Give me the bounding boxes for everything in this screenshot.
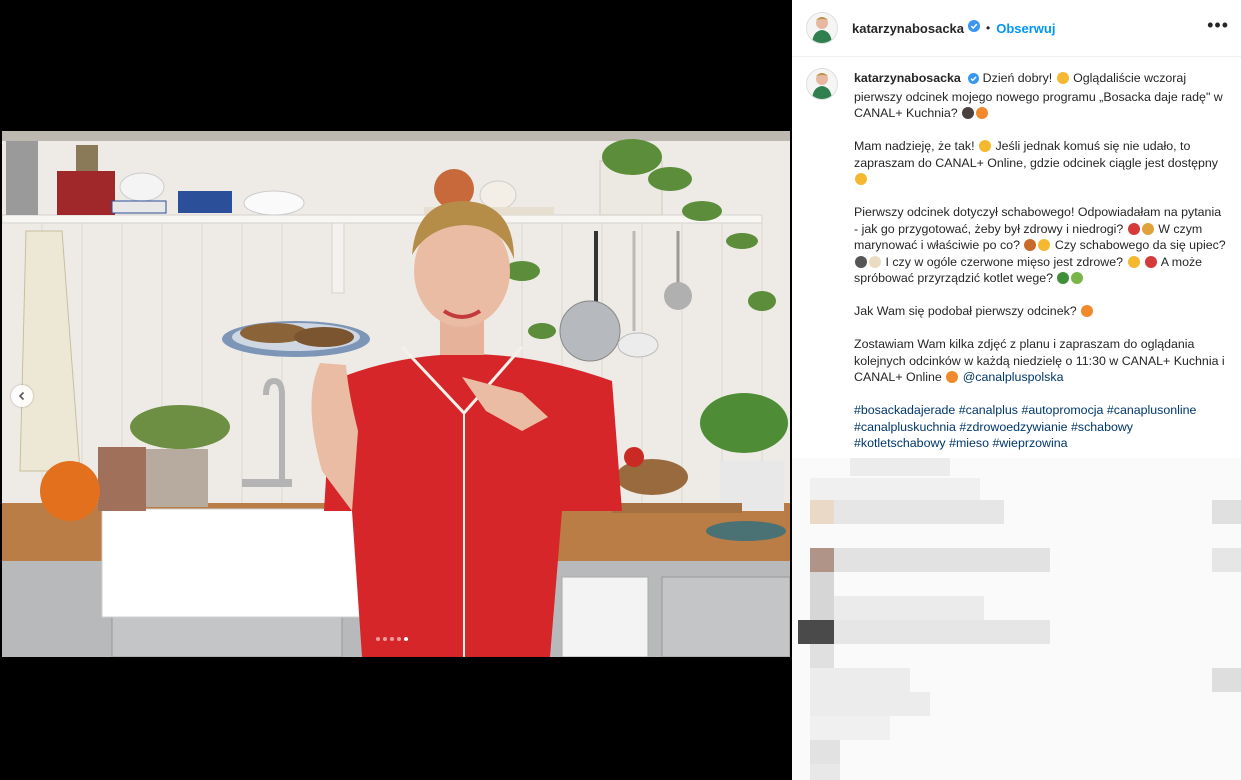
- carousel-dot: [397, 637, 401, 641]
- avatar[interactable]: [806, 12, 838, 44]
- pixelated-comments-area: [792, 458, 1241, 780]
- avatar-image: [807, 13, 837, 43]
- caption-paragraph-3: Pierwszy odcinek dotyczył schabowego! Od…: [854, 204, 1226, 287]
- hashtag-link[interactable]: #canaplusonline: [1107, 403, 1197, 417]
- chevron-left-icon: [18, 391, 25, 401]
- hashtag-link[interactable]: #canalplus: [959, 403, 1018, 417]
- verified-badge-icon: [968, 19, 981, 37]
- thinking-face-emoji-icon: [1038, 239, 1051, 251]
- caption-paragraph-2: Mam nadzieję, że tak! Jeśli jednak komuś…: [854, 138, 1226, 188]
- caption-hashtags: #bosackadajerade #canalplus #autopromocj…: [854, 402, 1226, 452]
- caption-text-3d: I czy w ogóle czerwone mięso jest zdrowe…: [885, 254, 1124, 269]
- caption-avatar[interactable]: [806, 68, 838, 100]
- carousel-dot: [390, 637, 394, 641]
- caption-section: katarzynabosacka Dzień dobry! Oglądaliśc…: [806, 68, 1226, 468]
- yum-face-emoji-icon: [855, 173, 867, 185]
- caption-text-1a: Dzień dobry!: [982, 71, 1053, 85]
- username[interactable]: katarzynabosacka: [852, 21, 964, 36]
- caption-username[interactable]: katarzynabosacka: [854, 71, 961, 85]
- post-header: katarzynabosacka • Obserwuj •••: [792, 0, 1241, 57]
- hashtag-link[interactable]: #mieso: [949, 436, 989, 450]
- post-side-panel: katarzynabosacka • Obserwuj ••• katarzyn…: [792, 0, 1241, 780]
- carousel-prev-button[interactable]: [11, 385, 33, 407]
- post-media: [0, 0, 792, 780]
- instagram-post-viewer: katarzynabosacka • Obserwuj ••• katarzyn…: [0, 0, 1241, 780]
- caption-text-4: Jak Wam się podobał pierwszy odcinek?: [854, 304, 1077, 318]
- chef-emoji-icon: [869, 255, 881, 268]
- more-options-icon[interactable]: •••: [1207, 16, 1229, 34]
- magnifier-emoji-icon: [855, 255, 867, 268]
- post-photo: [2, 131, 790, 657]
- caption-text-3c: Czy schabowego da się upiec?: [1054, 238, 1226, 252]
- heart-eyes-emoji-icon: [976, 107, 989, 119]
- hashtag-link[interactable]: #canalpluskuchnia: [854, 420, 956, 434]
- carousel-dot: [376, 637, 380, 641]
- tv-emoji-icon: [962, 107, 975, 119]
- broccoli-emoji-icon: [1057, 272, 1070, 284]
- hashtag-link[interactable]: #kotletschabowy: [854, 436, 946, 450]
- avatar-image: [807, 69, 837, 99]
- hashtag-link[interactable]: #autopromocja: [1021, 403, 1103, 417]
- follow-button[interactable]: Obserwuj: [996, 21, 1055, 36]
- confused-face-emoji-icon: [1127, 255, 1140, 268]
- heart-eyes-emoji-icon: [946, 371, 959, 383]
- money-bag-emoji-icon: [1141, 222, 1154, 235]
- verified-badge-icon: [968, 72, 980, 89]
- caption-text: katarzynabosacka Dzień dobry! Oglądaliśc…: [854, 70, 1226, 468]
- herb-emoji-icon: [1071, 272, 1084, 284]
- upside-down-face-emoji-icon: [1056, 72, 1069, 84]
- mention-link[interactable]: @canalpluspolska: [963, 370, 1064, 384]
- carousel-dot-active: [404, 637, 408, 641]
- caption-paragraph-5: Zostawiam Wam kilka zdjęć z planu i zapr…: [854, 336, 1226, 386]
- hashtag-link[interactable]: #wieprzowina: [992, 436, 1067, 450]
- heart-eyes-emoji-icon: [1081, 305, 1094, 317]
- smiling-face-emoji-icon: [978, 140, 991, 152]
- caption-paragraph-4: Jak Wam się podobał pierwszy odcinek?: [854, 303, 1226, 320]
- hashtag-link[interactable]: #schabowy: [1071, 420, 1133, 434]
- poultry-leg-emoji-icon: [1024, 239, 1037, 251]
- hashtag-link[interactable]: #bosackadajerade: [854, 403, 955, 417]
- meat-emoji-icon: [1127, 222, 1140, 235]
- caption-text-2a: Mam nadzieję, że tak!: [854, 139, 975, 153]
- separator-dot: •: [986, 21, 991, 35]
- carousel-dot: [383, 637, 387, 641]
- meat-emoji-icon: [1144, 255, 1157, 268]
- hashtag-link[interactable]: #zdrowoedzywianie: [959, 420, 1067, 434]
- kitchen-photo-illustration: [2, 131, 790, 657]
- caption-paragraph-1: katarzynabosacka Dzień dobry! Oglądaliśc…: [854, 70, 1226, 122]
- carousel-indicators: [376, 637, 408, 641]
